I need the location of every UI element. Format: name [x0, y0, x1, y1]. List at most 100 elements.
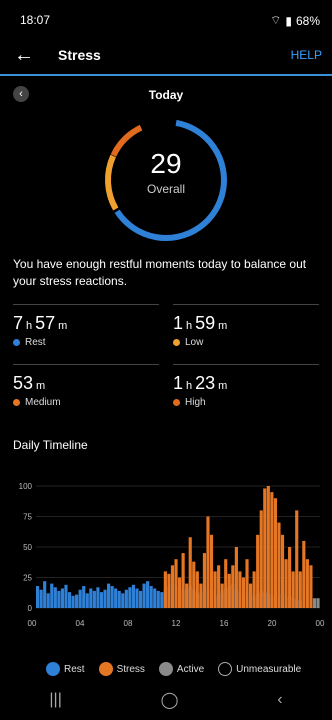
stress-bar [284, 559, 288, 608]
y-tick-label: 50 [23, 543, 32, 552]
daily-timeline-title: Daily Timeline [13, 438, 88, 452]
unmeasurable-swatch-icon [218, 662, 233, 676]
rest-bar [82, 586, 86, 608]
stress-score: 29 [150, 148, 182, 179]
stress-message: You have enough restful moments today to… [13, 257, 307, 288]
medium-dot-icon [13, 399, 20, 406]
stress-bar [309, 565, 313, 608]
stress-bar [245, 559, 249, 608]
stress-bar [249, 583, 253, 608]
stress-bar [238, 571, 242, 608]
rest-bar [146, 581, 150, 608]
rest-bar [89, 588, 93, 608]
stress-bar [277, 522, 281, 608]
stat-value: 53 m [13, 373, 46, 393]
rest-bar [53, 587, 57, 608]
rest-bar [43, 581, 47, 608]
stress-bar [163, 571, 167, 608]
legend-active: Active [158, 662, 204, 676]
rest-bar [50, 583, 54, 608]
stress-bar [295, 510, 299, 608]
stat-label: High [185, 397, 206, 408]
rest-bar [138, 590, 143, 608]
rest-bar [71, 595, 75, 608]
rest-bar [46, 593, 50, 608]
stress-bar [220, 583, 224, 608]
x-tick-label: 16 [220, 619, 229, 628]
stat-value: 1 h 59 m [173, 313, 228, 333]
page-title: Stress [58, 47, 101, 63]
rest-bar [99, 592, 104, 608]
previous-day-icon[interactable]: ‹ [13, 86, 29, 102]
rest-bar [117, 590, 121, 608]
rest-bar [131, 584, 135, 608]
wifi-icon: ⌔ [270, 13, 282, 27]
stress-bar [305, 559, 309, 608]
stress-bar [256, 534, 260, 608]
rest-bar [78, 589, 82, 608]
stress-bar [174, 559, 178, 608]
stress-bar [199, 583, 203, 608]
rest-bar [142, 583, 146, 608]
stress-bar [217, 565, 221, 608]
date-label: Today [148, 88, 184, 102]
stat-low: 1 h 59 m Low [173, 304, 319, 356]
stat-value: 1 h 23 m [173, 373, 228, 393]
rest-bar [114, 588, 118, 608]
rest-bar [39, 589, 43, 608]
stress-bar [192, 561, 196, 608]
daily-timeline-chart: 0 25 50 75 100 00 04 08 12 16 20 00 [19, 482, 325, 628]
signal-icon: ▮ [285, 13, 292, 28]
x-tick-label: 20 [268, 619, 277, 628]
rest-bar [75, 594, 79, 608]
rest-bar [110, 586, 114, 608]
rest-bar [85, 593, 89, 608]
stress-bar [206, 516, 210, 608]
rest-bar [60, 588, 64, 608]
stat-label: Low [185, 337, 204, 348]
x-tick-label: 08 [124, 619, 133, 628]
android-nav-bar: ||| ◯ ‹ [0, 680, 332, 720]
back-arrow-icon[interactable]: ← [14, 44, 34, 67]
stress-score-label: Overall [146, 182, 185, 196]
stress-bar [231, 565, 235, 608]
rest-dot-icon [13, 339, 20, 346]
recents-icon[interactable]: ||| [49, 691, 61, 709]
stress-bar [273, 498, 277, 608]
rest-bar [67, 592, 72, 608]
stress-bar [302, 540, 306, 608]
stress-swatch-icon [98, 662, 113, 676]
stress-bar [170, 565, 175, 608]
stress-bar [263, 488, 267, 608]
ring-graphic [105, 119, 227, 241]
date-selector: Today ‹ [0, 84, 332, 106]
stress-bar [195, 571, 199, 608]
legend-rest: Rest [46, 662, 85, 676]
stress-bar [181, 553, 185, 608]
stress-bar [291, 571, 295, 608]
legend-stress: Stress [98, 662, 145, 676]
app-header: ← Stress HELP [0, 38, 332, 76]
back-icon[interactable]: ‹ [277, 691, 282, 709]
rest-bar [107, 583, 111, 608]
rest-bar [96, 587, 100, 608]
rest-bar [156, 590, 160, 608]
help-button[interactable]: HELP [291, 48, 322, 62]
legend-unmeasurable: Unmeasurable [218, 662, 301, 676]
battery-percent: 68% [295, 13, 320, 28]
rest-bar [103, 589, 107, 608]
x-tick-label: 12 [172, 619, 181, 628]
stat-label: Rest [25, 337, 46, 348]
stress-bar [252, 571, 256, 608]
stress-bar [270, 492, 274, 608]
y-tick-label: 25 [23, 574, 32, 583]
status-icons: ⌔ ▮ 68% [270, 13, 320, 28]
rest-bar [160, 592, 164, 608]
rest-bar [128, 587, 132, 608]
home-icon[interactable]: ◯ [161, 690, 179, 710]
rest-swatch-icon [46, 662, 60, 676]
rest-bar [121, 593, 125, 608]
rest-bar [92, 590, 96, 608]
stress-bar [185, 583, 189, 608]
rest-bar [64, 584, 68, 608]
